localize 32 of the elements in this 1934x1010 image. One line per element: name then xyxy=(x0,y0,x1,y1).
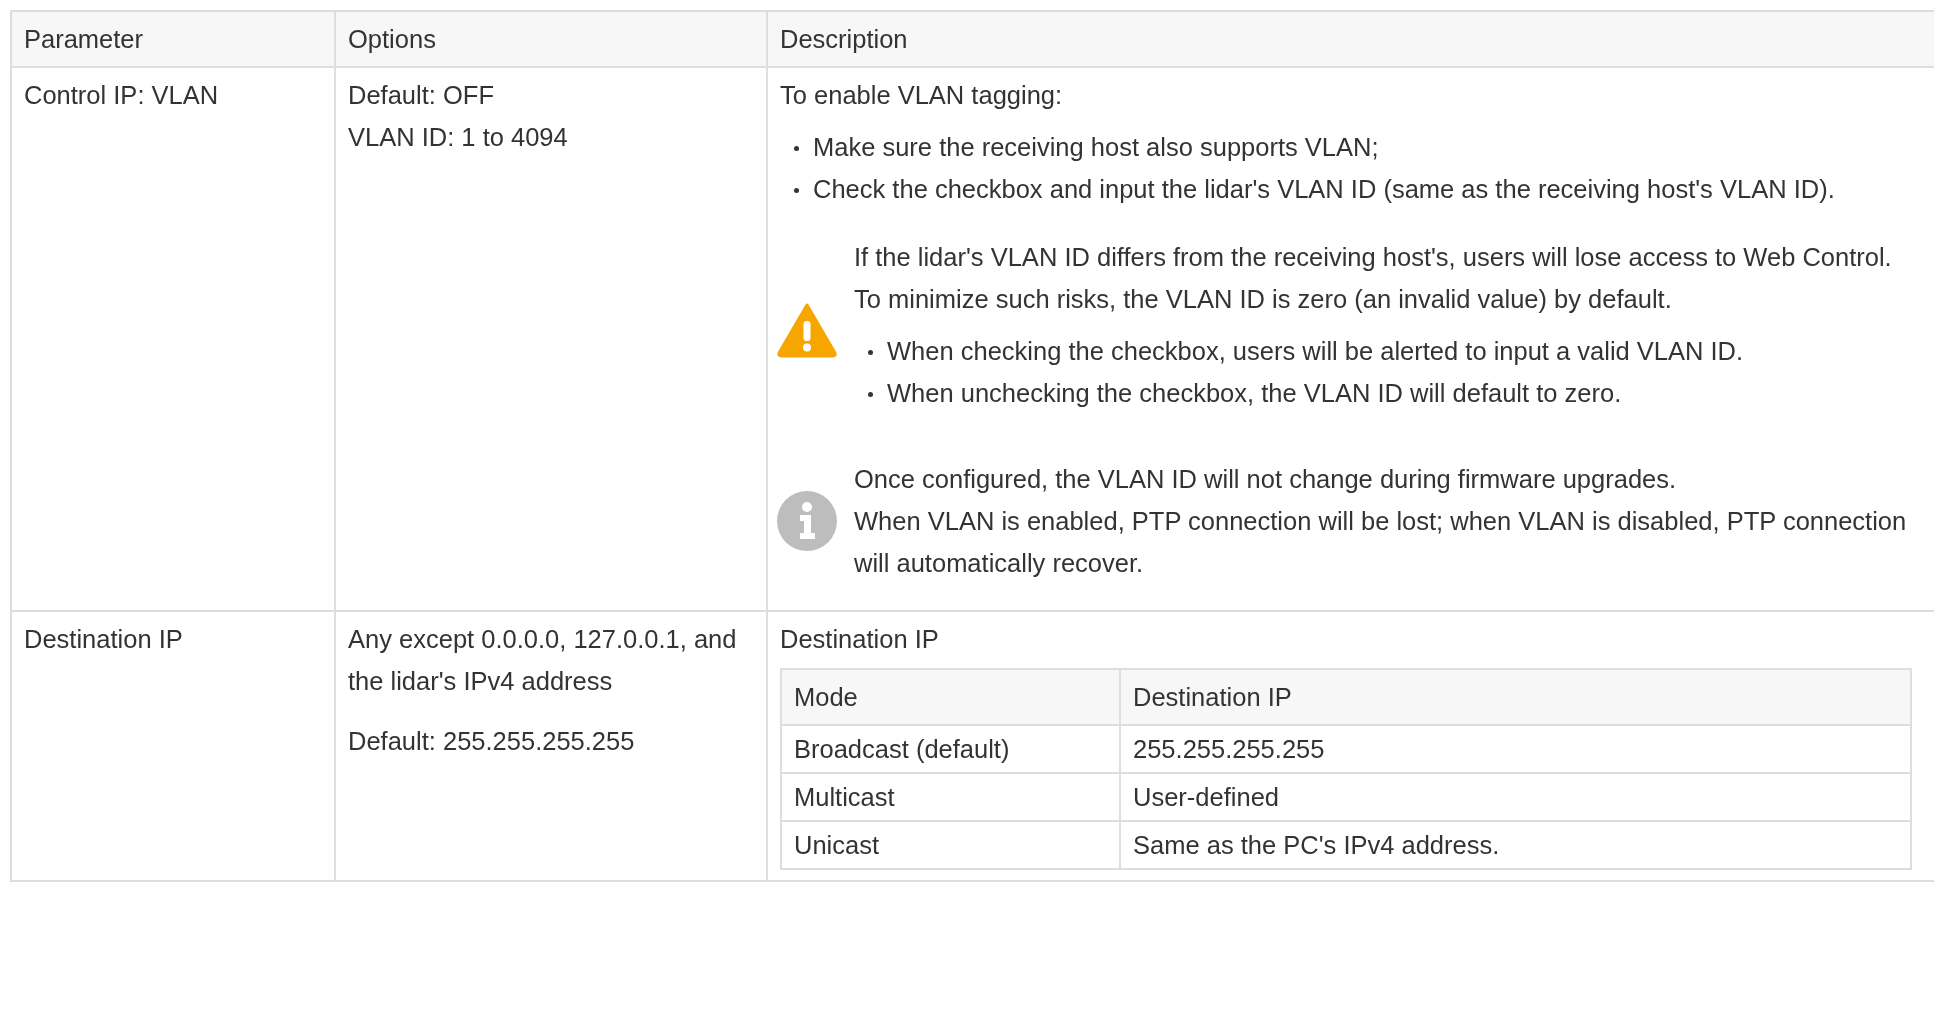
table-cell: Same as the PC's IPv4 address. xyxy=(1120,821,1911,869)
bullet-icon xyxy=(868,350,873,355)
description-text: If the lidar's VLAN ID differs from the receiving host's, users will lose access to Web Control. To minimize such risks, the VLAN ID is zero (an invalid value) by default. xyxy=(854,242,1893,315)
bullet-item: When unchecking the checkbox, the VLAN ID will default to zero. xyxy=(887,378,1622,409)
info-icon xyxy=(776,490,838,552)
table-cell: Broadcast (default) xyxy=(781,725,1120,773)
table-cell: Unicast xyxy=(781,821,1120,869)
column-header: Parameter xyxy=(11,11,335,67)
bullet-item: When checking the checkbox, users will be alerted to input a valid VLAN ID. xyxy=(887,336,1744,367)
option-text: Any except 0.0.0.0, 127.0.0.1, and the lidar's IPv4 address xyxy=(348,624,738,697)
warning-icon xyxy=(776,302,838,358)
table-cell: 255.255.255.255 xyxy=(1120,725,1911,773)
table-cell: User-defined xyxy=(1120,773,1911,821)
bullet-item: Make sure the receiving host also supports VLAN; xyxy=(813,132,1379,163)
column-header: Mode xyxy=(781,669,1120,725)
column-header: Description xyxy=(767,11,1934,67)
description-text: Destination IP xyxy=(780,624,940,655)
column-header: Destination IP xyxy=(1120,669,1911,725)
option-text: Default: 255.255.255.255 xyxy=(348,726,636,757)
column-header: Options xyxy=(335,11,767,67)
bullet-icon xyxy=(868,392,873,397)
bullet-icon xyxy=(794,188,799,193)
table-cell: Multicast xyxy=(781,773,1120,821)
option-text: Default: OFF xyxy=(348,80,495,111)
parameter-label: Destination IP xyxy=(24,625,183,653)
bullet-item: Check the checkbox and input the lidar's VLAN ID (same as the receiving host's VLAN ID). xyxy=(813,174,1835,205)
description-text: When VLAN is enabled, PTP connection will be lost; when VLAN is disabled, PTP connection will automatically recover. xyxy=(854,506,1908,579)
bullet-icon xyxy=(794,146,799,151)
parameter-label: Control IP: VLAN xyxy=(24,81,219,109)
option-text: VLAN ID: 1 to 4094 xyxy=(348,122,569,153)
description-text: Once configured, the VLAN ID will not change during firmware upgrades. xyxy=(854,464,1678,495)
description-text: To enable VLAN tagging: xyxy=(780,80,1064,111)
